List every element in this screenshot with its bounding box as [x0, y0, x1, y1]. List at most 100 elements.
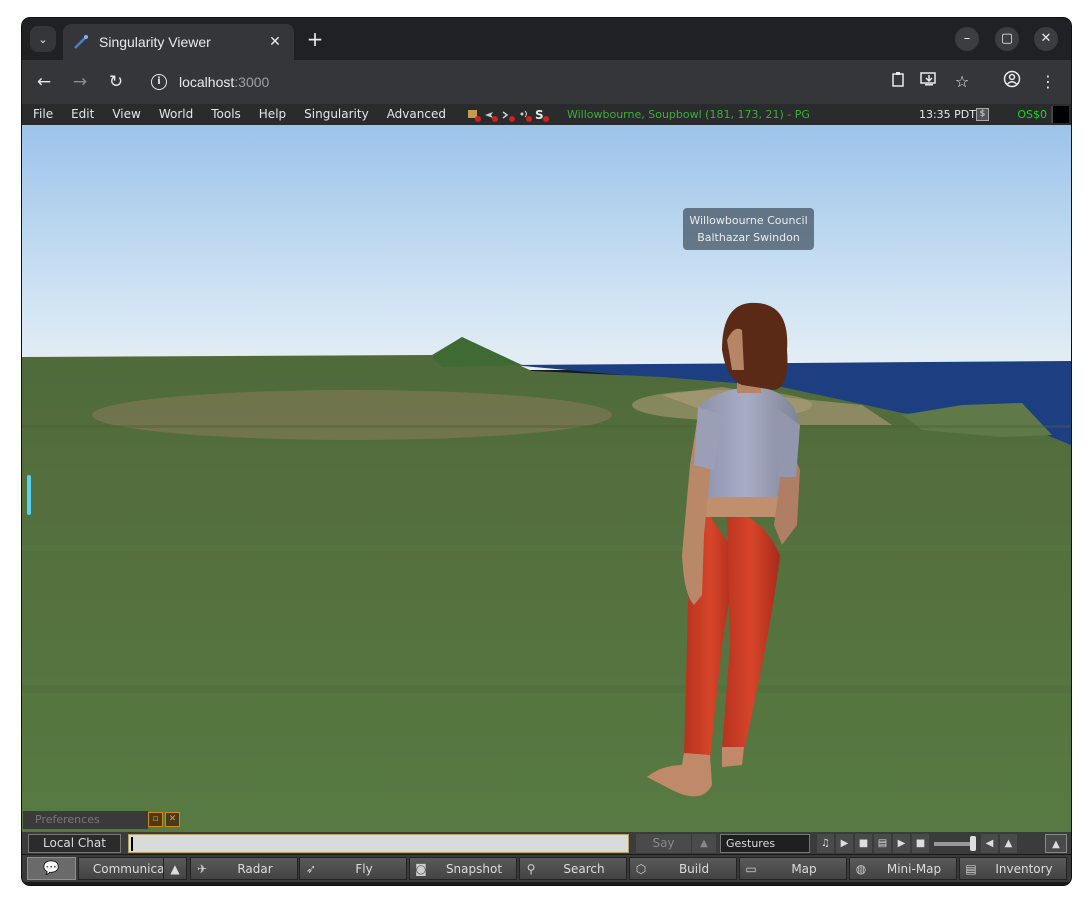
speech-bubble-icon: 💬 — [43, 861, 60, 876]
fly-button[interactable]: ➶ Fly — [299, 857, 407, 880]
browser-window: ⌄ Singularity Viewer ✕ + – ▢ ✕ ← → ↻ i l… — [22, 18, 1071, 885]
media-icon[interactable]: ▤ — [874, 834, 891, 853]
build-label: Build — [678, 861, 710, 876]
address-bar[interactable]: i localhost:3000 — [142, 66, 282, 98]
close-icon[interactable]: ✕ — [266, 34, 284, 50]
singularity-favicon-icon — [74, 35, 88, 49]
restore-icon[interactable]: ▫ — [148, 812, 163, 827]
chevron-up-icon[interactable]: ▲ — [692, 834, 716, 853]
more-icon[interactable]: ⋮ — [1036, 70, 1060, 94]
menu-help[interactable]: Help — [250, 104, 295, 125]
preferences-minimized-title[interactable]: Preferences — [23, 811, 148, 829]
chat-toggle-button[interactable]: 💬 — [27, 857, 76, 880]
menu-singularity[interactable]: Singularity — [295, 104, 378, 125]
expand-media-icon[interactable]: ▲ — [1000, 834, 1017, 853]
tab-search-icon[interactable]: ⌄ — [30, 26, 56, 52]
search-label: Search — [563, 861, 605, 876]
map-button[interactable]: ▭ Map — [739, 857, 847, 880]
reload-icon[interactable]: ↻ — [104, 70, 128, 94]
3d-scene[interactable]: Willowbourne Council Balthazar Swindon — [22, 125, 1071, 832]
avatar-nametag: Willowbourne Council Balthazar Swindon — [683, 208, 814, 250]
radar-button[interactable]: ✈ Radar — [190, 857, 298, 880]
minimap-button[interactable]: ◍ Mini-Map — [849, 857, 957, 880]
nametag-name: Balthazar Swindon — [697, 231, 800, 244]
tab-title: Singularity Viewer — [99, 34, 211, 50]
local-chat-button[interactable]: Local Chat — [28, 834, 121, 853]
gestures-dropdown[interactable]: Gestures — [720, 834, 810, 853]
media-controls: ♫ ▶ ■ ▤ ▶ ■ ◀ ▲ — [817, 834, 1037, 853]
map-label: Map — [791, 861, 817, 876]
fly-icon: ➶ — [305, 861, 317, 876]
globe-icon: ◍ — [855, 861, 867, 876]
no-push-icon[interactable] — [501, 108, 515, 122]
close-window-icon[interactable]: ✕ — [1034, 27, 1058, 51]
clock-label: 13:35 PDT — [918, 108, 976, 121]
balance-label[interactable]: OS$0 — [1017, 104, 1047, 125]
map-icon: ▭ — [745, 861, 757, 876]
tab-singularity-viewer[interactable]: Singularity Viewer ✕ — [63, 24, 294, 60]
url-host: localhost — [179, 74, 235, 90]
viewer-area[interactable]: File Edit View World Tools Help Singular… — [22, 104, 1071, 885]
profile-icon[interactable] — [1000, 70, 1024, 94]
menu-view[interactable]: View — [103, 104, 149, 125]
info-icon[interactable]: i — [151, 74, 167, 90]
nametag-group: Willowbourne Council — [689, 214, 808, 227]
menu-tools[interactable]: Tools — [202, 104, 250, 125]
plus-icon[interactable]: + — [303, 27, 327, 51]
tab-strip: ⌄ Singularity Viewer ✕ + – ▢ ✕ — [22, 18, 1071, 60]
inventory-label: Inventory — [995, 861, 1053, 876]
snapshot-button[interactable]: ◙ Snapshot — [409, 857, 517, 880]
buy-currency-icon[interactable]: $ — [976, 108, 989, 121]
play-icon[interactable]: ▶ — [836, 834, 853, 853]
minimize-icon[interactable]: – — [955, 27, 979, 51]
media-stop-icon[interactable]: ■ — [912, 834, 929, 853]
maximize-icon[interactable]: ▢ — [995, 27, 1019, 51]
bottom-toolbar: 💬 Communicat ▲ ✈ Radar ➶ Fly ◙ Snapshot … — [22, 855, 1071, 882]
location-label[interactable]: Willowbourne, Soupbowl (181, 173, 21) - … — [567, 108, 810, 121]
search-button[interactable]: ⚲ Search — [519, 857, 627, 880]
speaker-icon[interactable]: ◀ — [981, 834, 998, 853]
install-icon[interactable] — [917, 70, 941, 94]
communicate-arrow-icon[interactable]: ▲ — [163, 857, 187, 880]
radar-icon: ✈ — [196, 861, 208, 876]
media-play-icon[interactable]: ▶ — [893, 834, 910, 853]
menu-advanced[interactable]: Advanced — [378, 104, 455, 125]
chat-input[interactable] — [128, 834, 629, 853]
text-caret — [131, 837, 133, 851]
no-fly-icon[interactable] — [484, 108, 498, 122]
back-icon[interactable]: ← — [32, 70, 56, 94]
menu-world[interactable]: World — [150, 104, 202, 125]
build-button[interactable]: ⬡ Build — [629, 857, 737, 880]
camera-icon: ◙ — [415, 861, 427, 876]
viewer-menubar: File Edit View World Tools Help Singular… — [22, 104, 1071, 125]
scene-render — [22, 125, 1071, 832]
snapshot-label: Snapshot — [445, 861, 503, 876]
inventory-icon: ▤ — [965, 861, 977, 876]
stop-icon[interactable]: ■ — [855, 834, 872, 853]
music-icon[interactable]: ♫ — [817, 834, 834, 853]
browser-toolbar: ← → ↻ i localhost:3000 ☆ ⋮ — [22, 60, 1071, 104]
say-button[interactable]: Say — [636, 834, 691, 853]
search-icon: ⚲ — [526, 861, 536, 876]
collapse-icon[interactable]: ▲ — [1045, 834, 1067, 853]
no-scripts-icon[interactable]: S — [535, 108, 549, 122]
clipboard-icon[interactable] — [886, 70, 910, 94]
close-floater-icon[interactable]: ✕ — [165, 812, 180, 827]
fly-label: Fly — [355, 861, 373, 876]
no-build-icon[interactable] — [467, 108, 481, 122]
menu-edit[interactable]: Edit — [62, 104, 103, 125]
forward-icon[interactable]: → — [68, 70, 92, 94]
url-port: :3000 — [234, 74, 270, 90]
radar-label: Radar — [237, 861, 273, 876]
side-panel-handle[interactable] — [27, 475, 31, 515]
minimap-label: Mini-Map — [886, 861, 942, 876]
health-meter — [1051, 106, 1069, 123]
menu-file[interactable]: File — [22, 104, 62, 125]
inventory-button[interactable]: ▤ Inventory — [959, 857, 1067, 880]
svg-text:S: S — [535, 108, 544, 122]
star-icon[interactable]: ☆ — [950, 70, 974, 94]
volume-knob[interactable] — [970, 835, 976, 851]
volume-slider[interactable] — [934, 835, 976, 851]
chat-bar: Local Chat Say ▲ Gestures ♫ ▶ ■ ▤ ▶ ■ ◀ … — [22, 832, 1071, 854]
no-voice-icon[interactable] — [518, 108, 532, 122]
